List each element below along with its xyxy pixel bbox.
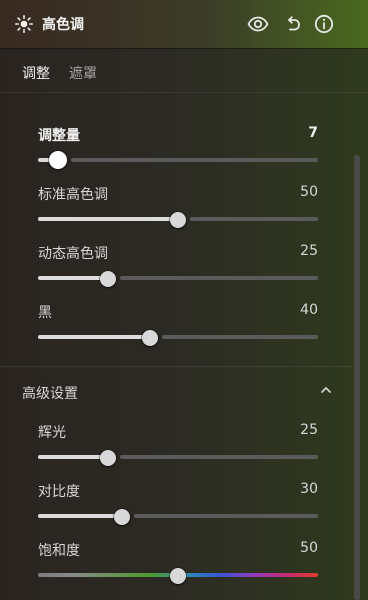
control-label-saturation: 饱和度 xyxy=(38,543,80,559)
slider-thumb[interactable] xyxy=(142,330,158,346)
slider-track xyxy=(70,158,318,162)
slider-amount[interactable] xyxy=(38,151,318,169)
control-label-dynamic-highlights: 动态高色调 xyxy=(38,246,108,262)
control-label-black: 黑 xyxy=(38,305,52,321)
control-value-saturation: 50 xyxy=(300,540,318,556)
tab-mask[interactable]: 遮罩 xyxy=(69,63,97,83)
slider-fill xyxy=(38,217,172,221)
adjustments-content: 调整量 7 标准高色调 50 动态高色调 25 黑 40 高级设置 辉光 25 … xyxy=(0,92,352,600)
control-value-standard-highlights: 50 xyxy=(300,184,318,200)
control-value-glow: 25 xyxy=(300,422,318,438)
control-value-black: 40 xyxy=(300,302,318,318)
slider-fill xyxy=(38,335,144,339)
highlights-panel: 高色调 调整 遮罩 调整量 7 标准高色调 50 动态高色调 25 黑 40 高… xyxy=(0,0,368,600)
slider-thumb[interactable] xyxy=(100,271,116,287)
control-row-standard-highlights: 标准高色调 50 xyxy=(38,184,318,228)
control-label-standard-highlights: 标准高色调 xyxy=(38,187,108,203)
slider-track xyxy=(190,217,318,221)
slider-thumb[interactable] xyxy=(170,212,186,228)
panel-header: 高色调 xyxy=(0,0,368,48)
control-row-saturation: 饱和度 50 xyxy=(38,540,318,584)
slider-track xyxy=(134,514,318,518)
slider-thumb[interactable] xyxy=(170,568,186,584)
tab-bar: 调整 遮罩 xyxy=(0,48,368,93)
advanced-settings-header[interactable]: 高级设置 xyxy=(0,367,352,413)
slider-fill xyxy=(38,514,116,518)
control-row-contrast: 对比度 30 xyxy=(38,481,318,525)
control-value-contrast: 30 xyxy=(300,481,318,497)
slider-fill xyxy=(38,276,102,280)
control-label-glow: 辉光 xyxy=(38,425,66,441)
control-row-amount: 调整量 7 xyxy=(38,125,318,169)
slider-thumb[interactable] xyxy=(48,151,67,169)
chevron-up-icon[interactable] xyxy=(318,382,334,398)
control-value-amount: 7 xyxy=(308,125,318,141)
slider-glow[interactable] xyxy=(38,450,318,466)
slider-dynamic-highlights[interactable] xyxy=(38,271,318,287)
vertical-scrollbar[interactable] xyxy=(354,155,360,600)
control-row-black: 黑 40 xyxy=(38,302,318,346)
undo-icon[interactable] xyxy=(280,12,304,36)
slider-contrast[interactable] xyxy=(38,509,318,525)
control-value-dynamic-highlights: 25 xyxy=(300,243,318,259)
control-label-contrast: 对比度 xyxy=(38,484,80,500)
panel-title: 高色调 xyxy=(42,17,84,33)
tab-adjust[interactable]: 调整 xyxy=(22,63,50,83)
slider-thumb[interactable] xyxy=(114,509,130,525)
slider-track xyxy=(120,455,318,459)
advanced-settings-title: 高级设置 xyxy=(22,386,78,402)
slider-fill xyxy=(38,455,102,459)
highlights-icon xyxy=(14,14,34,34)
slider-track xyxy=(120,276,318,280)
slider-standard-highlights[interactable] xyxy=(38,212,318,228)
slider-black[interactable] xyxy=(38,330,318,346)
slider-thumb[interactable] xyxy=(100,450,116,466)
control-row-glow: 辉光 25 xyxy=(38,422,318,466)
slider-saturation[interactable] xyxy=(38,568,318,584)
slider-track xyxy=(162,335,318,339)
info-icon[interactable] xyxy=(312,12,336,36)
control-label-amount: 调整量 xyxy=(38,128,80,144)
eye-icon[interactable] xyxy=(246,12,270,36)
control-row-dynamic-highlights: 动态高色调 25 xyxy=(38,243,318,287)
